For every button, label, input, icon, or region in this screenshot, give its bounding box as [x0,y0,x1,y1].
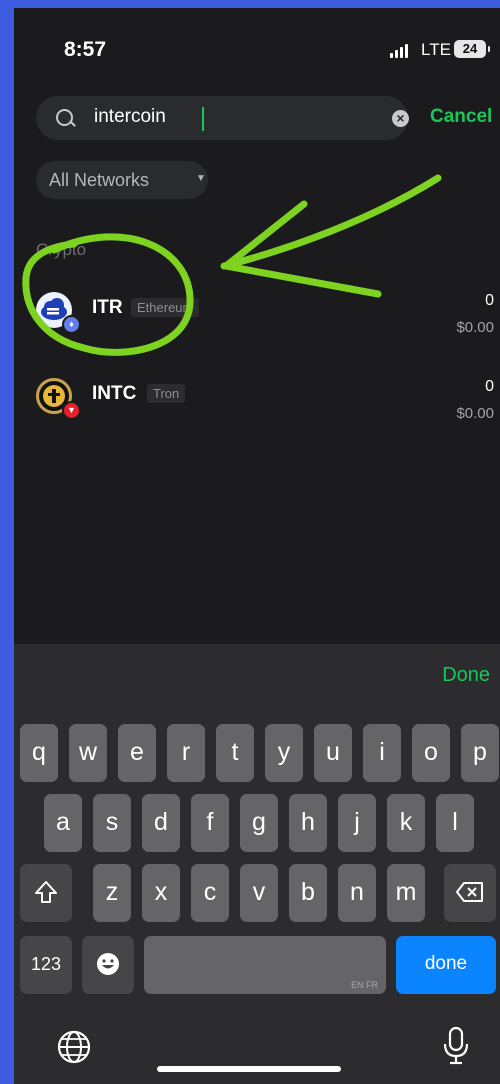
annotation-circle [22,233,194,356]
keyboard-language: EN FR [351,980,378,990]
shift-key[interactable] [20,864,72,922]
home-indicator[interactable] [157,1066,341,1072]
key-f[interactable]: f [191,794,229,852]
key-b[interactable]: b [289,864,327,922]
key-u[interactable]: u [314,724,352,782]
key-g[interactable]: g [240,794,278,852]
key-y[interactable]: y [265,724,303,782]
key-x[interactable]: x [142,864,180,922]
key-i[interactable]: i [363,724,401,782]
space-key[interactable]: EN FR [144,936,386,994]
key-s[interactable]: s [93,794,131,852]
key-m[interactable]: m [387,864,425,922]
key-n[interactable]: n [338,864,376,922]
phone-screen: 8:57 LTE 24 intercoin × Cancel All Netwo… [14,8,500,1084]
key-e[interactable]: e [118,724,156,782]
key-a[interactable]: a [44,794,82,852]
key-j[interactable]: j [338,794,376,852]
key-t[interactable]: t [216,724,254,782]
key-h[interactable]: h [289,794,327,852]
key-d[interactable]: d [142,794,180,852]
key-l[interactable]: l [436,794,474,852]
microphone-icon[interactable] [442,1026,470,1066]
key-c[interactable]: c [191,864,229,922]
keyboard: Done q w e r t y u i o p a s d f g h j k… [14,644,500,1084]
shift-icon [35,881,57,903]
annotation-arrow-shaft [220,174,442,270]
annotation-overlay [22,174,442,356]
key-z[interactable]: z [93,864,131,922]
key-v[interactable]: v [240,864,278,922]
key-w[interactable]: w [69,724,107,782]
return-done-key[interactable]: done [396,936,496,994]
emoji-key[interactable] [82,936,134,994]
emoji-icon [97,953,119,975]
key-q[interactable]: q [20,724,58,782]
backspace-key[interactable] [444,864,496,922]
key-k[interactable]: k [387,794,425,852]
key-o[interactable]: o [412,724,450,782]
backspace-icon [456,882,483,902]
key-p[interactable]: p [461,724,499,782]
key-r[interactable]: r [167,724,205,782]
done-button[interactable]: Done [442,664,490,687]
numbers-key[interactable]: 123 [20,936,72,994]
globe-icon[interactable] [56,1029,92,1065]
